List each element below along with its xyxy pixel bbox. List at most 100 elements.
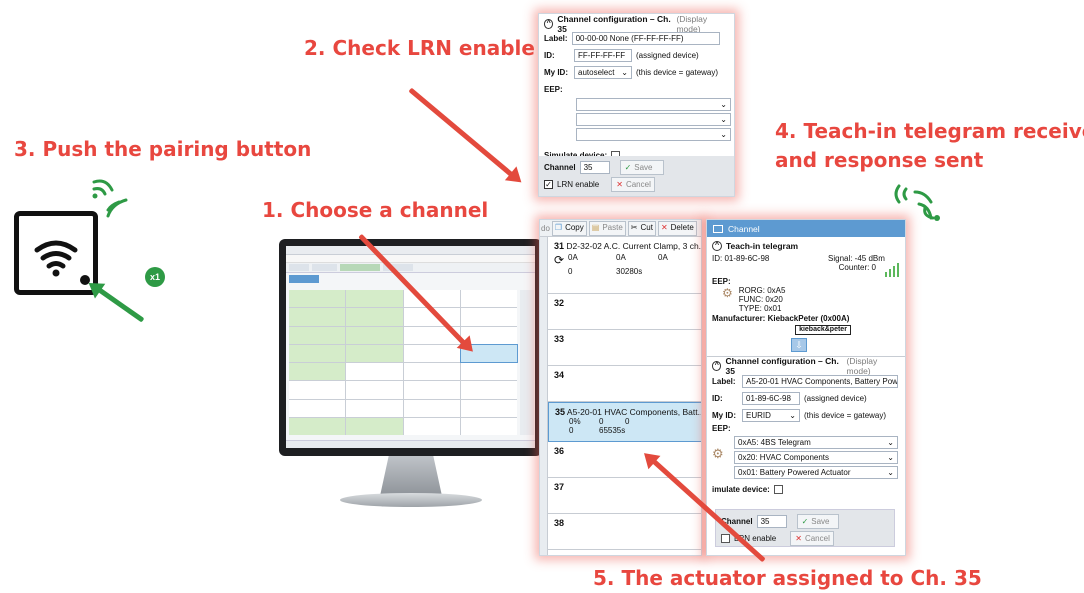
collapse-icon[interactable]: ^	[544, 18, 554, 29]
step-4-label-line1: 4. Teach-in telegram received	[775, 119, 1084, 143]
eep2-select-type[interactable]: 0x01: Battery Powered Actuator ⌄	[734, 466, 898, 479]
step-4-label-line2: and response sent	[775, 148, 984, 172]
save-button[interactable]: ✓ Save	[619, 160, 664, 175]
id-label: ID:	[544, 51, 555, 60]
edit-toolbar: do ❐ Copy ▤ Paste ✂ Cut ✕ Delete	[540, 220, 701, 237]
collapse-icon[interactable]: ^	[712, 361, 722, 371]
cut-icon: ✂	[630, 223, 638, 232]
eep2-select-func[interactable]: 0x20: HVAC Components ⌄	[734, 451, 898, 464]
channel-list-panel: do ❐ Copy ▤ Paste ✂ Cut ✕ Delete 31 D2-32-02…	[539, 219, 702, 556]
monitor-base	[340, 493, 482, 507]
channel-36[interactable]: 36	[548, 442, 701, 478]
func-value: FUNC: 0x20	[738, 295, 783, 304]
id2-note: (assigned device)	[804, 394, 867, 403]
id-note: (assigned device)	[636, 51, 699, 60]
manufacturer-logo: kieback&peter	[795, 325, 851, 335]
mini-side-panel	[520, 290, 534, 435]
eep-select-func[interactable]: ⌄	[576, 113, 731, 126]
app-tab	[289, 275, 319, 283]
label2-field[interactable]: A5-20-01 HVAC Components, Battery Powere…	[742, 375, 898, 388]
chevron-down-icon: ⌄	[720, 114, 727, 124]
eep-select-rorg[interactable]: ⌄	[576, 98, 731, 111]
chevron-down-icon: ⌄	[887, 437, 894, 447]
chevron-down-icon: ⌄	[621, 67, 628, 77]
delete-button[interactable]: ✕ Delete	[657, 220, 697, 236]
chevron-down-icon: ⌄	[887, 467, 894, 477]
save2-button[interactable]: ✓ Save	[796, 514, 839, 529]
channel-field[interactable]: 35	[579, 161, 610, 174]
copy-button[interactable]: ❐ Copy	[551, 220, 587, 236]
signal-waves-icon	[894, 184, 940, 221]
id2-label: ID:	[712, 394, 723, 403]
label-label: Label:	[544, 34, 568, 43]
config2-mode: (Display mode)	[846, 356, 878, 376]
step-5-label: 5. The actuator assigned to Ch. 35	[593, 566, 982, 590]
arrow-down-icon[interactable]: ⇩	[791, 338, 807, 352]
channel-39[interactable]: 39	[548, 550, 701, 555]
lrn-enable-label: LRN enable	[557, 180, 600, 189]
channel-label: Channel	[544, 163, 576, 172]
check-icon: ✓	[624, 162, 632, 172]
list-gutter	[540, 237, 548, 555]
app-toolbar	[286, 263, 535, 273]
simulate2-label: imulate device:	[712, 485, 770, 494]
channel2-field[interactable]: 35	[756, 515, 787, 528]
teach-eep-label: EEP:	[712, 277, 731, 286]
lrn2-checkbox[interactable]	[721, 534, 730, 543]
chevron-down-icon: ⌄	[720, 129, 727, 139]
signal-value: Signal: -45 dBm	[828, 254, 885, 263]
signal-waves-icon	[92, 179, 128, 218]
lrn-enable-checkbox[interactable]: ✓	[544, 180, 553, 189]
myid2-label: My ID:	[712, 411, 736, 420]
undo-button[interactable]: do	[541, 224, 550, 233]
label2-label: Label:	[712, 377, 736, 386]
paste-icon: ▤	[591, 223, 600, 232]
channel-34[interactable]: 34	[548, 366, 701, 402]
eep-select-type[interactable]: ⌄	[576, 128, 731, 141]
channel-38[interactable]: 38	[548, 514, 701, 550]
channel-31[interactable]: 31 D2-32-02 A.C. Current Clamp, 3 ch... …	[548, 237, 701, 294]
app-titlebar	[286, 246, 535, 255]
myid-label: My ID:	[544, 68, 568, 77]
app-menubar	[286, 255, 535, 263]
id2-field[interactable]: 01-89-6C-98	[742, 392, 800, 405]
counter-value: Counter: 0	[838, 263, 876, 272]
cancel2-button[interactable]: ✕ Cancel	[790, 531, 835, 546]
manufacturer-value: Manufacturer: KiebackPeter (0x00A)	[712, 314, 850, 323]
id-field[interactable]: FF-FF-FF-FF	[574, 49, 632, 62]
monitor-neck	[380, 456, 442, 496]
eep2-select-rorg[interactable]: 0xA5: 4BS Telegram ⌄	[734, 436, 898, 449]
press-count-badge: x1	[145, 267, 165, 287]
channel-33[interactable]: 33	[548, 330, 701, 366]
eep2-label: EEP:	[712, 424, 731, 433]
close-icon: ✕	[616, 179, 623, 189]
cut-button[interactable]: ✂ Cut	[627, 220, 656, 236]
myid-note: (this device = gateway)	[636, 68, 719, 77]
copy-icon: ❐	[554, 223, 563, 232]
cancel-button[interactable]: ✕ Cancel	[611, 177, 656, 192]
config2-title: Channel configuration – Ch. 35	[725, 356, 839, 376]
config-mode: (Display mode)	[676, 13, 708, 34]
green-press-arrow	[92, 284, 145, 323]
channel-35[interactable]: 35 A5-20-01 HVAC Components, Batt... 0% 0…	[548, 402, 701, 442]
myid2-select[interactable]: EURID ⌄	[742, 409, 800, 422]
step-1-label: 1. Choose a channel	[262, 198, 489, 222]
simulate2-checkbox[interactable]	[773, 485, 783, 494]
label-field[interactable]: 00-00-00 None (FF-FF-FF-FF)	[571, 32, 720, 45]
chevron-down-icon: ⌄	[887, 452, 894, 462]
close-icon: ✕	[795, 533, 802, 543]
mini-channel-grid	[289, 290, 519, 435]
rorg-value: RORG: 0xA5	[738, 286, 786, 295]
step-3-label: 3. Push the pairing button	[14, 137, 312, 161]
teach-id: ID: 01-89-6C-98	[712, 254, 770, 263]
chevron-down-icon: ⌄	[789, 410, 796, 420]
config-panel-top: ^ Channel configuration – Ch. 35 (Displa…	[538, 13, 735, 197]
eep-label: EEP:	[544, 85, 563, 94]
channel-32[interactable]: 32	[548, 294, 701, 330]
paste-button[interactable]: ▤ Paste	[588, 220, 626, 236]
myid-select[interactable]: autoselect ⌄	[574, 66, 632, 79]
delete-icon: ✕	[660, 223, 668, 232]
collapse-icon[interactable]: ^	[712, 240, 722, 251]
channel-tab[interactable]: Channel	[707, 220, 905, 237]
window-icon	[713, 224, 723, 233]
